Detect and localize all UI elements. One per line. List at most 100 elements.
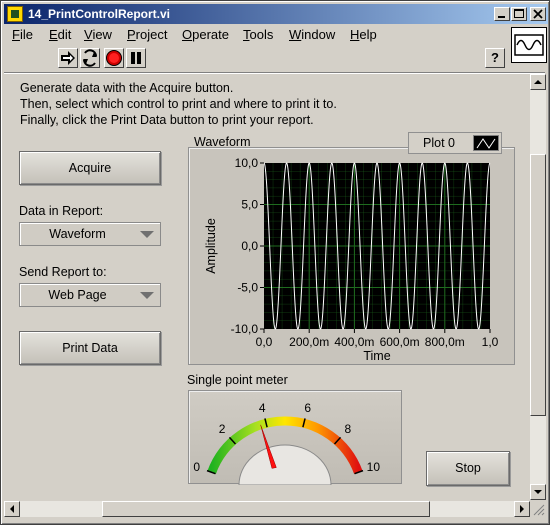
meter-gauge: 0 2 4 6 8 10: [193, 401, 381, 486]
x-tick-label: 200,0m: [289, 335, 329, 349]
menu-tools[interactable]: Tools: [243, 27, 273, 42]
y-tick-label: -5,0: [237, 281, 258, 295]
x-tick-label: 600,0m: [380, 335, 420, 349]
menu-project-label: roject: [135, 27, 168, 42]
meter-scale-label: 8: [345, 422, 352, 436]
y-tick-label: 10,0: [235, 156, 259, 170]
minimize-button[interactable]: [494, 7, 510, 21]
close-button[interactable]: [530, 7, 546, 21]
y-tick-label: 0,0: [241, 239, 258, 253]
pause-button[interactable]: [126, 48, 146, 68]
meter-label: Single point meter: [187, 373, 288, 387]
arrow-left-icon: [10, 505, 14, 513]
meter-scale-label: 4: [259, 401, 266, 415]
menu-file[interactable]: File: [12, 27, 33, 42]
pause-icon: [131, 52, 141, 64]
send-report-dropdown[interactable]: Web Page: [19, 283, 161, 307]
menu-window[interactable]: Window: [289, 27, 335, 42]
toolbar: [4, 47, 509, 71]
menu-edit-label: dit: [57, 27, 72, 42]
vi-app-icon[interactable]: [7, 6, 23, 22]
menu-file-label: ile: [19, 27, 33, 42]
resize-grip-icon: [533, 504, 545, 516]
meter-scale-label: 10: [367, 460, 381, 474]
instruction-line-1: Generate data with the Acquire button.: [20, 81, 234, 95]
instruction-line-3: Finally, click the Print Data button to …: [20, 113, 314, 127]
scroll-left-button[interactable]: [4, 501, 20, 517]
menu-edit-accel: E: [49, 27, 58, 42]
x-tick-label: 400,0m: [334, 335, 374, 349]
x-tick-label: 1,0: [482, 335, 499, 349]
vi-connector-icon[interactable]: [511, 27, 547, 63]
resize-grip[interactable]: [530, 501, 546, 517]
menu-help-label: elp: [359, 27, 377, 42]
x-tick-label: 800,0m: [425, 335, 465, 349]
send-report-value: Web Page: [48, 288, 107, 302]
arrow-right-icon: [520, 505, 524, 513]
maximize-icon: [514, 9, 524, 18]
plot-legend[interactable]: Plot 0: [408, 132, 502, 154]
single-point-meter: 0 2 4 6 8 10: [188, 390, 402, 486]
data-in-report-value: Waveform: [49, 227, 106, 241]
y-tick-label: 5,0: [241, 198, 258, 212]
y-tick-label: -10,0: [231, 322, 259, 336]
arrow-down-icon: [534, 490, 542, 494]
horizontal-scrollbar[interactable]: [4, 501, 530, 517]
menu-operate-label: perate: [192, 27, 229, 42]
run-arrow-icon: [61, 51, 75, 65]
run-continuously-icon: [83, 49, 97, 67]
menu-operate[interactable]: Operate: [182, 27, 229, 42]
scroll-down-button[interactable]: [530, 484, 546, 500]
window-title: 14_PrintControlReport.vi: [28, 7, 171, 21]
stop-button[interactable]: Stop: [426, 451, 510, 486]
x-axis-title: Time: [363, 349, 390, 363]
data-in-report-dropdown[interactable]: Waveform: [19, 222, 161, 246]
chevron-down-icon: [140, 292, 154, 299]
menu-edit[interactable]: Edit: [49, 27, 71, 42]
vertical-scroll-thumb[interactable]: [530, 154, 546, 416]
data-in-report-label: Data in Report:: [19, 204, 104, 218]
acquire-button[interactable]: Acquire: [19, 151, 161, 185]
send-report-label: Send Report to:: [19, 265, 107, 279]
scroll-right-button[interactable]: [514, 501, 530, 517]
menu-project[interactable]: Project: [127, 27, 167, 42]
y-axis-title: Amplitude: [204, 218, 218, 274]
meter-hub: [238, 444, 332, 486]
meter-scale-label: 6: [304, 401, 311, 415]
menu-help[interactable]: Help: [350, 27, 377, 42]
menu-tools-label: ools: [249, 27, 274, 42]
instruction-line-2: Then, select which control to print and …: [20, 97, 337, 111]
plot-legend-label: Plot 0: [423, 136, 455, 150]
context-help-button[interactable]: ?: [485, 48, 505, 68]
x-tick-label: 0,0: [256, 335, 273, 349]
menu-view-label: iew: [92, 27, 112, 42]
plot-line-style-icon: [473, 135, 499, 151]
arrow-up-icon: [534, 80, 542, 84]
run-continuously-button[interactable]: [80, 48, 100, 68]
menu-operate-accel: O: [182, 27, 193, 42]
scroll-up-button[interactable]: [530, 74, 546, 90]
waveform-graph-canvas: 10,05,00,0-5,0-10,00,0 200,0m 400,0m 600,0m…: [204, 156, 499, 363]
print-data-button[interactable]: Print Data: [19, 331, 161, 365]
abort-stop-icon: [106, 50, 122, 66]
title-bar: 14_PrintControlReport.vi: [4, 4, 548, 24]
meter-scale-label: 2: [219, 422, 226, 436]
menu-view[interactable]: View: [84, 27, 112, 42]
horizontal-scroll-thumb[interactable]: [102, 501, 430, 517]
menu-window-label: indow: [301, 27, 336, 42]
menu-bar: File Edit View Project Operate Tools Win…: [4, 25, 509, 45]
menu-file-accel: F: [12, 27, 20, 42]
waveform-graph: 10,0 5,0 0,0 -5,0 -10,0 0,0 200,0m 400,0m 600,0m…: [188, 147, 515, 365]
menu-window-accel: W: [289, 27, 302, 42]
front-panel: Generate data with the Acquire button. T…: [4, 74, 530, 500]
waveform-vi-icon: [514, 34, 544, 56]
minimize-icon: [498, 16, 505, 18]
run-button[interactable]: [58, 48, 78, 68]
abort-button[interactable]: [104, 48, 124, 68]
meter-scale-label: 0: [193, 460, 200, 474]
menu-help-accel: H: [350, 27, 360, 42]
maximize-button[interactable]: [511, 7, 527, 21]
chevron-down-icon: [140, 231, 154, 238]
application-window: 14_PrintControlReport.vi File Edit View …: [0, 0, 550, 525]
vertical-scrollbar[interactable]: [530, 74, 546, 500]
